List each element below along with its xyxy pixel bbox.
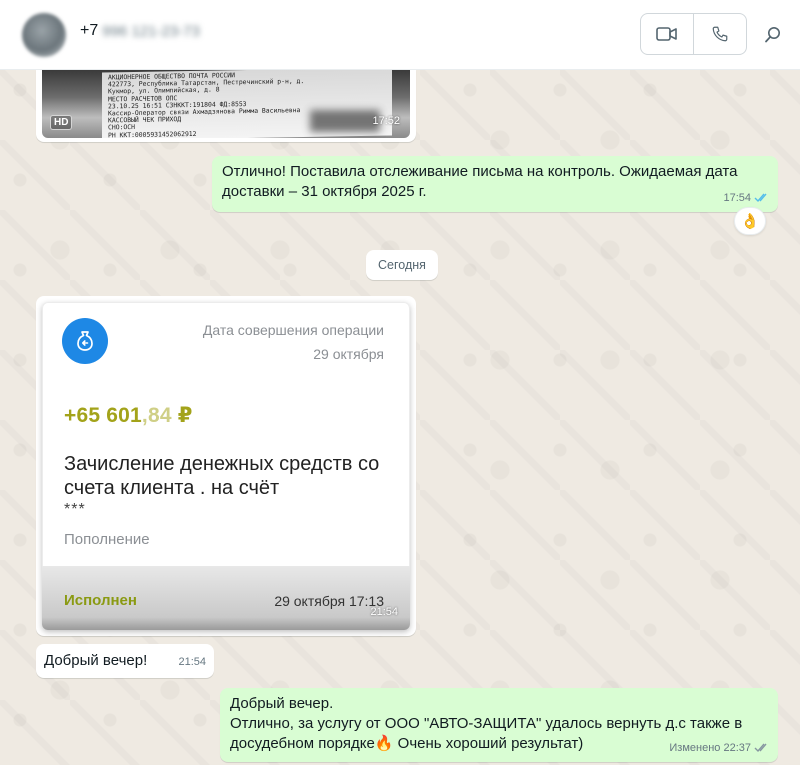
currency-symbol: ₽ xyxy=(171,404,193,427)
search-icon xyxy=(765,27,780,43)
operation-status-date: 29 октября 17:13 xyxy=(274,593,384,609)
double-check-icon xyxy=(754,743,767,753)
call-button-group xyxy=(640,13,747,55)
video-call-button[interactable] xyxy=(641,14,693,54)
phone-prefix: +7 xyxy=(80,22,99,39)
search-button[interactable] xyxy=(762,24,784,46)
image-message[interactable]: АКЦИОНЕРНОЕ ОБЩЕСТВО ПОЧТА РОССИИ 422773… xyxy=(36,70,416,142)
double-check-icon xyxy=(754,193,767,203)
receipt-photo[interactable]: АКЦИОНЕРНОЕ ОБЩЕСТВО ПОЧТА РОССИИ 422773… xyxy=(42,70,410,138)
date-divider-label: Сегодня xyxy=(378,258,426,272)
contact-avatar[interactable] xyxy=(22,13,66,57)
money-bag-icon xyxy=(77,331,93,351)
message-time: 17:54 xyxy=(723,192,751,204)
ok-hand-emoji: 👌 xyxy=(740,213,760,230)
message-line: Очень хороший результат) xyxy=(393,735,584,752)
outgoing-message[interactable]: Добрый вечер. Отлично, за услугу от ООО … xyxy=(220,688,778,762)
message-text: Отлично! Поставила отслеживание письма н… xyxy=(222,163,738,200)
amount-cents: ,84 xyxy=(141,404,172,427)
video-camera-icon xyxy=(656,27,677,41)
date-divider: Сегодня xyxy=(366,250,438,280)
outgoing-message[interactable]: Отлично! Поставила отслеживание письма н… xyxy=(212,156,778,212)
operation-date: 29 октября xyxy=(313,346,384,362)
message-meta: 17:54 xyxy=(723,188,770,208)
contact-name[interactable]: +7 996 121-23-73 xyxy=(80,22,200,40)
message-time: 21:54 xyxy=(178,656,206,668)
bank-operation-icon xyxy=(62,318,108,364)
amount-main: +65 601 xyxy=(64,404,142,427)
fire-emoji: 🔥 xyxy=(374,735,394,752)
hd-badge: HD xyxy=(50,115,73,130)
operation-date-label: Дата совершения операции xyxy=(202,322,384,338)
phone-icon xyxy=(712,26,728,42)
message-reaction[interactable]: 👌 xyxy=(734,207,766,235)
image-message[interactable]: Дата совершения операции 29 октября +65 … xyxy=(36,296,416,636)
operation-status: Исполнен xyxy=(64,592,137,609)
message-time: 21:54 xyxy=(370,606,398,618)
edited-label: Изменено 22:37 xyxy=(669,742,751,754)
voice-call-button[interactable] xyxy=(693,14,746,54)
message-time: 17:52 xyxy=(372,115,400,127)
message-line: Добрый вечер. xyxy=(230,695,334,712)
chat-header: +7 996 121-23-73 xyxy=(0,0,800,70)
masked-account: *** xyxy=(64,501,86,518)
message-meta: 21:54 xyxy=(178,652,206,672)
message-text: Добрый вечер! xyxy=(44,652,148,669)
incoming-message[interactable]: Добрый вечер! 21:54 xyxy=(36,644,214,678)
message-meta: Изменено 22:37 xyxy=(669,738,770,758)
operation-description: Зачисление денежных средств со счета кли… xyxy=(64,453,380,499)
operation-amount: +65 601,84 ₽ xyxy=(64,404,193,427)
operation-category: Пополнение xyxy=(64,531,150,548)
blurred-region xyxy=(310,110,380,132)
phone-hidden-digits: 996 121-23-73 xyxy=(102,22,200,40)
bank-operation-screenshot[interactable]: Дата совершения операции 29 октября +65 … xyxy=(42,302,410,630)
